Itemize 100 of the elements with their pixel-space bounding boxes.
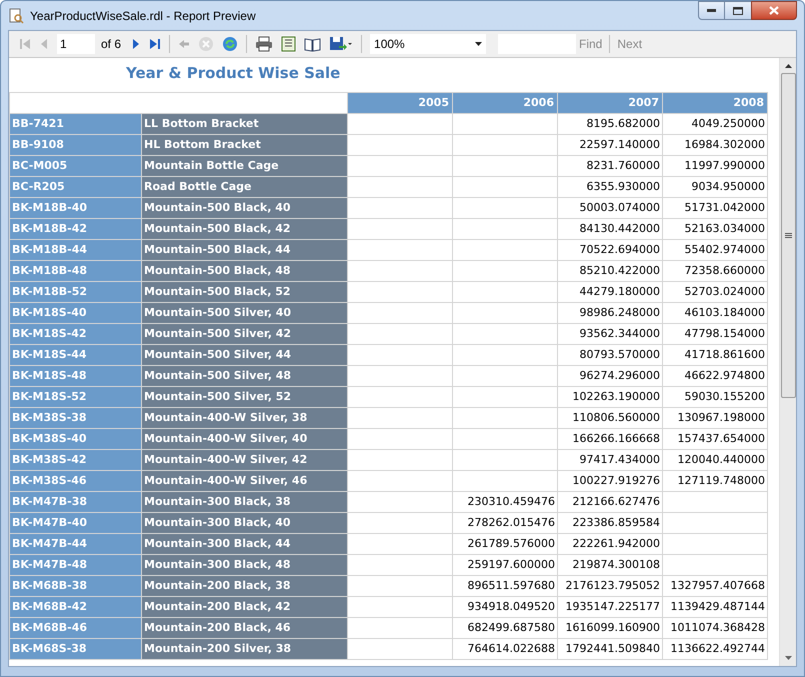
- product-name-cell: Road Bottle Cage: [142, 176, 348, 198]
- product-name-cell: Mountain-200 Silver, 38: [142, 638, 348, 660]
- product-name-cell: Mountain-300 Black, 40: [142, 512, 348, 534]
- product-name-cell: Mountain-300 Black, 44: [142, 534, 348, 554]
- product-name-cell: Mountain-500 Silver, 48: [142, 366, 348, 386]
- sales-cell: 934918.049520: [452, 596, 558, 618]
- zoom-dropdown[interactable]: 100%: [370, 34, 486, 54]
- sales-cell: 72358.660000: [662, 260, 768, 282]
- open-book-icon: [304, 36, 322, 52]
- last-page-icon: [149, 38, 162, 50]
- maximize-icon: [733, 6, 743, 14]
- product-code-cell: BK-M18B-44: [10, 240, 142, 260]
- sales-cell: 110806.560000: [558, 408, 662, 428]
- sales-cell: 261789.576000: [452, 534, 558, 554]
- product-code-cell: BB-9108: [10, 134, 142, 156]
- sales-cell: 127119.748000: [662, 470, 768, 492]
- page-number-field[interactable]: 1: [57, 34, 95, 54]
- minimize-icon: [707, 9, 716, 12]
- product-code-cell: BK-M38S-40: [10, 428, 142, 450]
- sales-cell: 166266.166668: [558, 428, 662, 450]
- product-code-cell: BK-M18B-42: [10, 218, 142, 240]
- product-code-cell: BK-M18S-40: [10, 302, 142, 324]
- sales-cell: 52703.024000: [662, 282, 768, 302]
- sales-cell: 46622.974800: [662, 366, 768, 386]
- product-code-cell: BK-M18S-48: [10, 366, 142, 386]
- sales-cell: 70522.694000: [558, 240, 662, 260]
- refresh-icon: [222, 36, 238, 52]
- product-code-cell: BK-M68S-38: [10, 638, 142, 660]
- sales-cell: 16984.302000: [662, 134, 768, 156]
- dropdown-arrow-icon: [475, 42, 482, 46]
- minimize-button[interactable]: [698, 1, 725, 20]
- sales-cell: 157437.654000: [662, 428, 768, 450]
- sales-cell: 93562.344000: [558, 324, 662, 344]
- product-code-cell: BK-M18B-48: [10, 260, 142, 282]
- scroll-down-icon: [784, 656, 792, 660]
- sales-cell: 682499.687580: [452, 618, 558, 638]
- product-name-cell: Mountain Bottle Cage: [142, 156, 348, 176]
- sales-cell: 896511.597680: [452, 576, 558, 596]
- product-code-cell: BK-M47B-44: [10, 534, 142, 554]
- product-code-cell: BK-M18B-40: [10, 198, 142, 218]
- sales-cell: 50003.074000: [558, 198, 662, 218]
- sales-cell: 11997.990000: [662, 156, 768, 176]
- sales-cell: 764614.022688: [452, 638, 558, 660]
- sales-cell: 97417.434000: [558, 450, 662, 470]
- product-code-cell: BK-M47B-38: [10, 492, 142, 512]
- close-button[interactable]: [751, 1, 797, 20]
- product-code-cell: BK-M38S-46: [10, 470, 142, 492]
- sales-cell: 85210.422000: [558, 260, 662, 282]
- product-name-cell: Mountain-200 Black, 46: [142, 618, 348, 638]
- product-code-cell: BK-M38S-38: [10, 408, 142, 428]
- year-header: 2008: [662, 92, 768, 114]
- product-code-cell: BK-M38S-42: [10, 450, 142, 470]
- sales-cell: 223386.859584: [558, 512, 662, 534]
- product-name-cell: Mountain-500 Black, 42: [142, 218, 348, 240]
- vertical-scrollbar[interactable]: [779, 58, 796, 666]
- report-document-icon: [8, 8, 24, 24]
- product-name-cell: Mountain-400-W Silver, 42: [142, 450, 348, 470]
- sales-cell: 47798.154000: [662, 324, 768, 344]
- sales-cell: 259197.600000: [452, 554, 558, 576]
- sales-cell: 55402.974000: [662, 240, 768, 260]
- product-code-cell: BC-R205: [10, 176, 142, 198]
- next-page-icon: [131, 38, 142, 50]
- year-header: 2007: [558, 92, 662, 114]
- product-code-cell: BK-M47B-40: [10, 512, 142, 534]
- sales-cell: 1011074.368428: [662, 618, 768, 638]
- scrollbar-thumb[interactable]: [780, 73, 796, 398]
- year-header: 2006: [452, 92, 558, 114]
- sales-cell: 46103.184000: [662, 302, 768, 324]
- product-name-cell: Mountain-300 Black, 48: [142, 554, 348, 576]
- product-name-cell: Mountain-200 Black, 38: [142, 576, 348, 596]
- sales-cell: 102263.190000: [558, 386, 662, 408]
- stop-icon: [198, 36, 214, 52]
- report-title: Year & Product Wise Sale: [126, 63, 342, 84]
- grip-icon: [784, 233, 792, 238]
- sales-cell: 51731.042000: [662, 198, 768, 218]
- product-name-cell: LL Bottom Bracket: [142, 114, 348, 134]
- product-name-cell: Mountain-500 Silver, 40: [142, 302, 348, 324]
- sales-cell: 222261.942000: [558, 534, 662, 554]
- sales-cell: 219874.300108: [558, 554, 662, 576]
- product-code-cell: BK-M18S-44: [10, 344, 142, 366]
- sales-cell: 44279.180000: [558, 282, 662, 302]
- first-page-icon: [19, 38, 31, 50]
- product-code-cell: BK-M47B-48: [10, 554, 142, 576]
- sales-cell: 4049.250000: [662, 114, 768, 134]
- maximize-button[interactable]: [725, 1, 751, 20]
- product-name-cell: Mountain-500 Silver, 42: [142, 324, 348, 344]
- sales-cell: 230310.459476: [452, 492, 558, 512]
- sales-cell: 8231.760000: [558, 156, 662, 176]
- product-name-cell: Mountain-400-W Silver, 40: [142, 428, 348, 450]
- save-export-icon: [329, 36, 354, 52]
- product-name-cell: Mountain-500 Silver, 52: [142, 386, 348, 408]
- product-code-cell: BK-M18S-52: [10, 386, 142, 408]
- year-header: 2005: [348, 92, 452, 114]
- sales-cell: 8195.682000: [558, 114, 662, 134]
- sales-cell: 2176123.795052: [558, 576, 662, 596]
- product-name-cell: Mountain-500 Black, 44: [142, 240, 348, 260]
- product-name-cell: Mountain-400-W Silver, 38: [142, 408, 348, 428]
- product-code-cell: BK-M68B-46: [10, 618, 142, 638]
- sales-cell: 212166.627476: [558, 492, 662, 512]
- back-arrow-icon: [178, 39, 190, 49]
